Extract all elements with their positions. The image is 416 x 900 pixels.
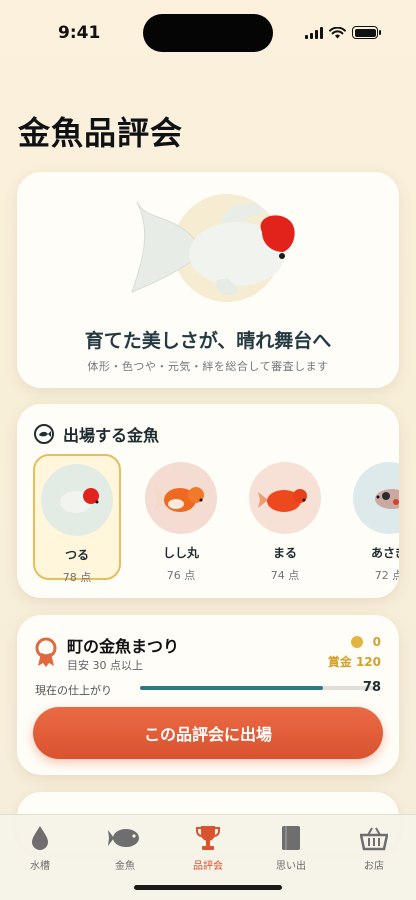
fish-option-maru[interactable]: まる 74 点: [241, 454, 329, 582]
entrant-picker-card: 出場する金魚 つる 78 点 しし丸 76 点 まる 74 点 あさ 72 点: [17, 404, 399, 598]
status-icons: [305, 26, 381, 39]
hero-subtitle: 体形・色つや・元気・絆を総合して審査します: [87, 360, 329, 373]
contest-name: 町の金魚まつり: [67, 637, 180, 656]
basket-icon: [360, 827, 388, 851]
fish-score: 74 点: [270, 569, 300, 582]
enter-contest-button[interactable]: この品評会に出場: [33, 707, 383, 759]
tab-label: 品評会: [193, 861, 223, 872]
status-bar: 9:41: [0, 0, 416, 62]
fish-name: しし丸: [162, 546, 199, 560]
fish-avatar: [353, 462, 399, 534]
tab-aquarium[interactable]: 水槽: [5, 823, 75, 872]
tab-memories[interactable]: 思い出: [256, 823, 326, 872]
entrant-picker-title: 出場する金魚: [63, 426, 160, 445]
tab-goldfish[interactable]: 金魚: [90, 823, 160, 872]
goldfish-icon: [258, 489, 307, 512]
award-ribbon-icon: [35, 637, 57, 667]
progress-label: 現在の仕上がり: [35, 684, 112, 697]
fish-score: 78 点: [62, 571, 92, 584]
contest-target: 目安 30 点以上: [67, 659, 143, 672]
fish-badge-icon: [34, 424, 54, 444]
trophy-icon: [196, 826, 220, 850]
battery-icon: [352, 26, 381, 39]
drop-icon: [32, 826, 48, 850]
prize-amount: 賞金 120: [327, 655, 381, 669]
tab-label: 思い出: [276, 861, 306, 872]
dynamic-island: [143, 14, 273, 52]
progress-bar: [140, 686, 374, 690]
progress-value: 78: [362, 680, 381, 695]
tab-shop[interactable]: お店: [339, 823, 409, 872]
fish-name: あさぎ: [370, 546, 399, 560]
wifi-icon: [329, 26, 346, 38]
fish-score: 72 点: [374, 569, 399, 582]
coin-counter: 0: [350, 635, 381, 649]
tab-label: 水槽: [30, 861, 50, 872]
fish-option-shishimaru[interactable]: しし丸 76 点: [137, 454, 225, 582]
fish-avatar: [41, 464, 113, 536]
fish-option-tsuru[interactable]: つる 78 点: [33, 454, 121, 584]
page-title: 金魚品評会: [18, 114, 184, 152]
coin-icon: [350, 636, 363, 648]
fish-avatar: [249, 462, 321, 534]
coin-value: 0: [372, 635, 381, 649]
tab-label: お店: [364, 861, 384, 872]
status-time: 9:41: [58, 23, 101, 43]
hero-title: 育てた美しさが、晴れ舞台へ: [84, 330, 332, 352]
cellular-signal-icon: [305, 26, 323, 39]
progress-fill: [140, 686, 323, 690]
hero-card: 育てた美しさが、晴れ舞台へ 体形・色つや・元気・絆を総合して審査します: [17, 172, 399, 388]
fish-name: つる: [64, 548, 89, 562]
book-icon: [282, 826, 300, 850]
fish-avatar: [145, 462, 217, 534]
goldfish-icon: [375, 489, 399, 509]
fish-carousel[interactable]: つる 78 点 しし丸 76 点 まる 74 点 あさ 72 点: [33, 454, 399, 584]
fish-name: まる: [272, 546, 297, 560]
tab-label: 金魚: [115, 861, 135, 872]
goldfish-icon: [154, 484, 204, 512]
fish-option-asagi[interactable]: あさぎ 72 点: [345, 454, 399, 582]
tab-contest[interactable]: 品評会: [173, 823, 243, 872]
hero-goldfish-image: [131, 194, 295, 302]
entrant-picker-header: 出場する金魚: [33, 422, 159, 446]
fish-icon: [108, 829, 139, 847]
contest-card: 町の金魚まつり 目安 30 点以上 0 賞金 120 現在の仕上がり 78 この…: [17, 615, 399, 775]
fish-score: 76 点: [166, 569, 196, 582]
goldfish-icon: [50, 488, 99, 513]
home-indicator: [134, 885, 282, 890]
